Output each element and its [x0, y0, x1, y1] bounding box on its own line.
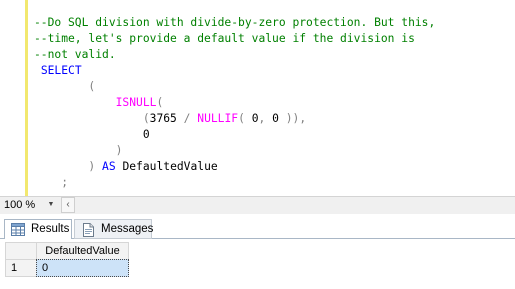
row-number[interactable]: 1: [5, 259, 37, 277]
code-line[interactable]: SELECT: [34, 63, 435, 79]
code-token: 0: [34, 128, 150, 141]
code-token: ;: [34, 176, 69, 189]
column-header-defaultedvalue[interactable]: DefaultedValue: [36, 242, 129, 260]
zoom-dropdown[interactable]: 100 % ▼: [0, 197, 60, 213]
code-line[interactable]: ISNULL(: [34, 95, 435, 111]
tab-results[interactable]: Results: [4, 219, 72, 239]
query-editor[interactable]: --Do SQL division with divide-by-zero pr…: [0, 0, 515, 196]
code-line[interactable]: --time, let's provide a default value if…: [34, 31, 435, 47]
code-token: 0: [265, 112, 286, 125]
scroll-left-arrow-icon[interactable]: ‹: [61, 197, 75, 213]
tab-messages[interactable]: Messages: [74, 219, 154, 239]
tab-results-label: Results: [31, 223, 70, 235]
code-token: --time, let's provide a default value if…: [34, 32, 415, 45]
results-grid[interactable]: DefaultedValue 1 0: [0, 240, 515, 289]
code-line[interactable]: ) AS DefaultedValue: [34, 159, 435, 175]
code-token: AS: [102, 160, 116, 173]
code-token: (: [238, 112, 245, 125]
sql-code[interactable]: --Do SQL division with divide-by-zero pr…: [34, 15, 435, 191]
result-cell[interactable]: 0: [36, 259, 129, 277]
results-tab-bar: Results Messages: [0, 214, 515, 240]
code-token: NULLIF: [197, 112, 239, 125]
code-line[interactable]: (: [34, 79, 435, 95]
horizontal-scrollbar[interactable]: [76, 197, 515, 213]
code-line[interactable]: 0: [34, 127, 435, 143]
code-token: --Do SQL division with divide-by-zero pr…: [34, 16, 436, 29]
zoom-scroll-strip: 100 % ▼ ‹: [0, 196, 515, 214]
code-token: ISNULL: [115, 96, 157, 109]
code-token: 0: [244, 112, 259, 125]
code-token: ): [115, 144, 123, 157]
code-token: 3765: [149, 112, 184, 125]
tab-messages-label: Messages: [101, 223, 154, 235]
code-token: (: [142, 112, 150, 125]
code-token: )),: [285, 112, 307, 125]
code-token: SELECT: [40, 64, 82, 77]
grid-corner-header[interactable]: [5, 242, 37, 260]
code-line[interactable]: (3765 / NULLIF( 0, 0 )),: [34, 111, 435, 127]
dropdown-arrow-icon[interactable]: ▼: [45, 197, 57, 213]
code-line[interactable]: ): [34, 143, 435, 159]
code-line[interactable]: ;: [34, 175, 435, 191]
code-line[interactable]: --not valid.: [34, 47, 435, 63]
code-token: --not valid.: [34, 48, 116, 61]
code-token: (: [88, 80, 96, 93]
code-line[interactable]: --Do SQL division with divide-by-zero pr…: [34, 15, 435, 31]
code-token: (: [156, 96, 164, 109]
code-token: DefaultedValue: [115, 160, 218, 173]
change-tracking-margin: [25, 0, 28, 196]
zoom-value: 100 %: [4, 199, 36, 211]
